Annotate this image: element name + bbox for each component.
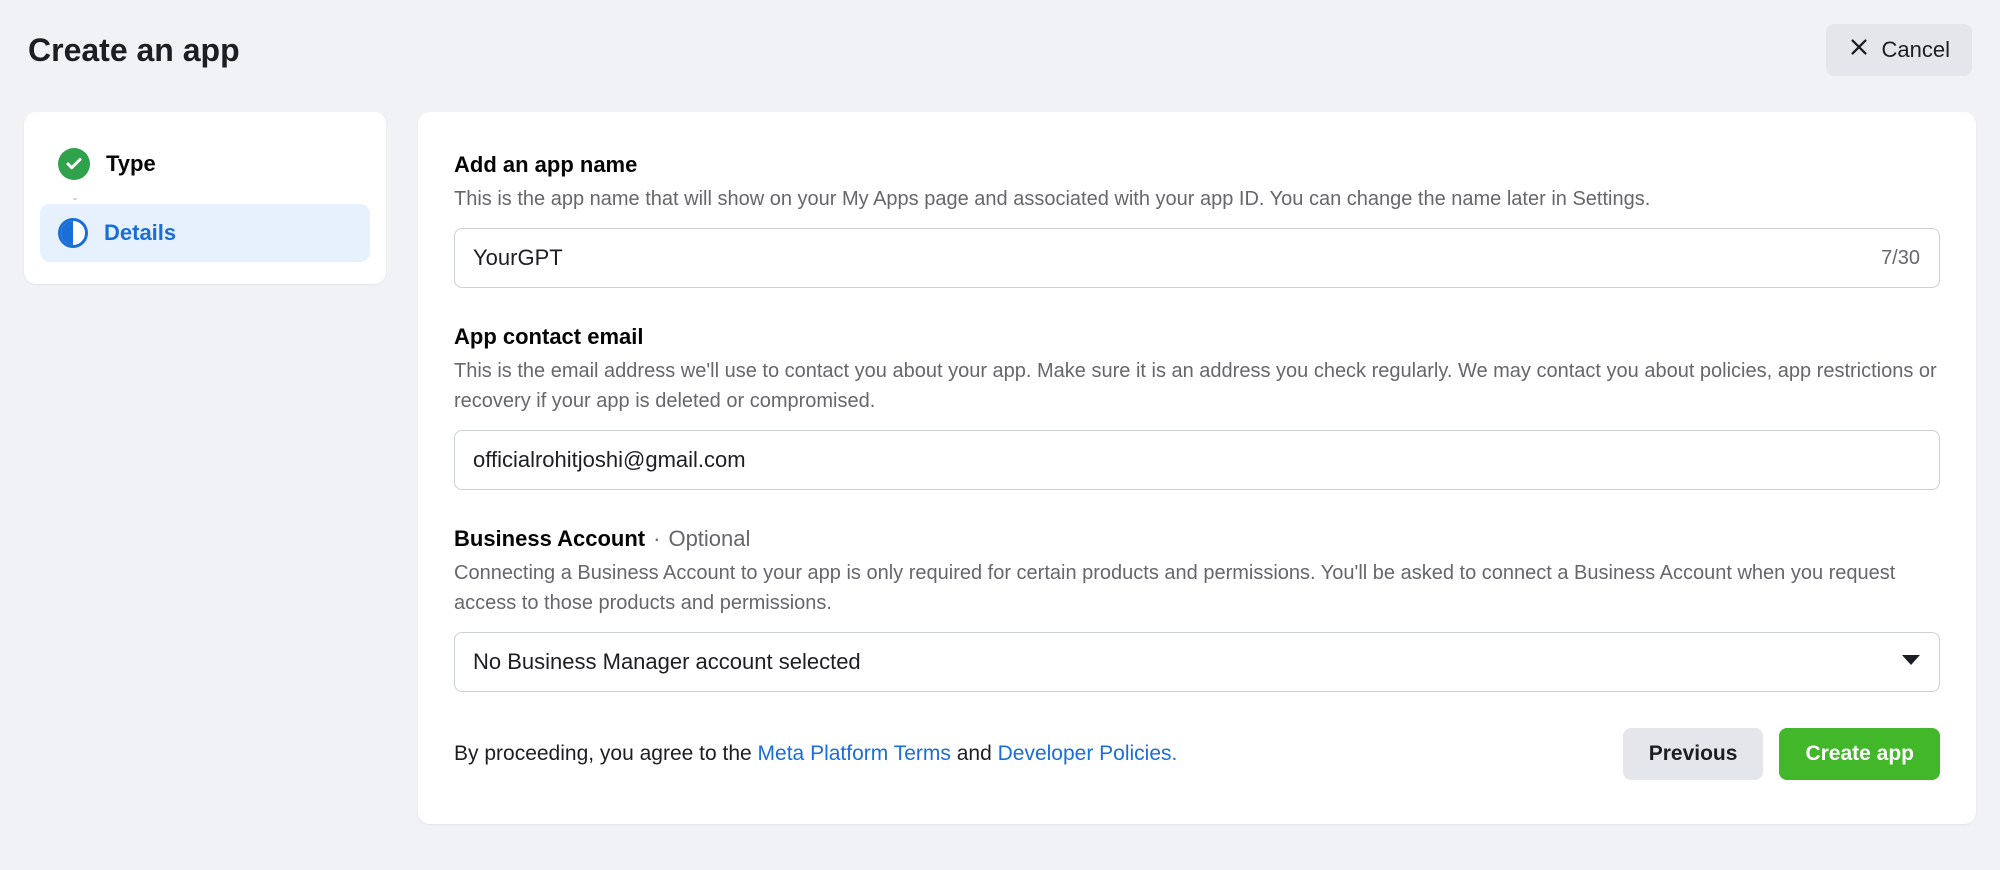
main-panel: Add an app name This is the app name tha… — [418, 112, 1976, 824]
business-account-label: Business Account · Optional — [454, 526, 1940, 552]
contact-email-input[interactable] — [454, 430, 1940, 490]
form-footer: By proceeding, you agree to the Meta Pla… — [454, 728, 1940, 780]
half-circle-icon — [58, 218, 88, 248]
optional-tag: Optional — [668, 526, 750, 552]
contact-email-help: This is the email address we'll use to c… — [454, 356, 1940, 416]
sidebar: Type Details — [24, 112, 386, 284]
cancel-button[interactable]: Cancel — [1826, 24, 1972, 76]
agree-mid: and — [951, 742, 998, 765]
step-label: Details — [104, 220, 176, 246]
page-title: Create an app — [28, 32, 240, 69]
field-app-name: Add an app name This is the app name tha… — [454, 152, 1940, 288]
cancel-label: Cancel — [1882, 37, 1950, 63]
terms-link[interactable]: Meta Platform Terms — [758, 742, 951, 765]
business-account-select[interactable]: No Business Manager account selected — [454, 632, 1940, 692]
business-account-selected: No Business Manager account selected — [473, 649, 861, 675]
step-details[interactable]: Details — [40, 204, 370, 262]
create-app-button[interactable]: Create app — [1779, 728, 1940, 780]
footer-buttons: Previous Create app — [1623, 728, 1940, 780]
business-account-select-wrap: No Business Manager account selected — [454, 632, 1940, 692]
business-account-help: Connecting a Business Account to your ap… — [454, 558, 1940, 618]
step-connector — [73, 194, 370, 204]
page-header: Create an app Cancel — [24, 24, 1976, 76]
app-name-input[interactable] — [454, 228, 1940, 288]
step-label: Type — [106, 151, 156, 177]
previous-button[interactable]: Previous — [1623, 728, 1764, 780]
close-icon — [1848, 36, 1870, 64]
separator-dot: · — [653, 526, 660, 552]
app-name-label: Add an app name — [454, 152, 1940, 178]
contact-email-label: App contact email — [454, 324, 1940, 350]
agreement-text: By proceeding, you agree to the Meta Pla… — [454, 742, 1177, 766]
app-name-input-wrap: 7/30 — [454, 228, 1940, 288]
app-name-help: This is the app name that will show on y… — [454, 184, 1940, 214]
layout: Type Details Add an app name This is the… — [24, 112, 1976, 824]
step-type[interactable]: Type — [40, 134, 370, 194]
business-account-label-text: Business Account — [454, 526, 645, 552]
field-contact-email: App contact email This is the email addr… — [454, 324, 1940, 490]
checkmark-icon — [58, 148, 90, 180]
contact-email-input-wrap — [454, 430, 1940, 490]
field-business-account: Business Account · Optional Connecting a… — [454, 526, 1940, 692]
policies-link[interactable]: Developer Policies. — [998, 742, 1178, 765]
agree-prefix: By proceeding, you agree to the — [454, 742, 758, 765]
